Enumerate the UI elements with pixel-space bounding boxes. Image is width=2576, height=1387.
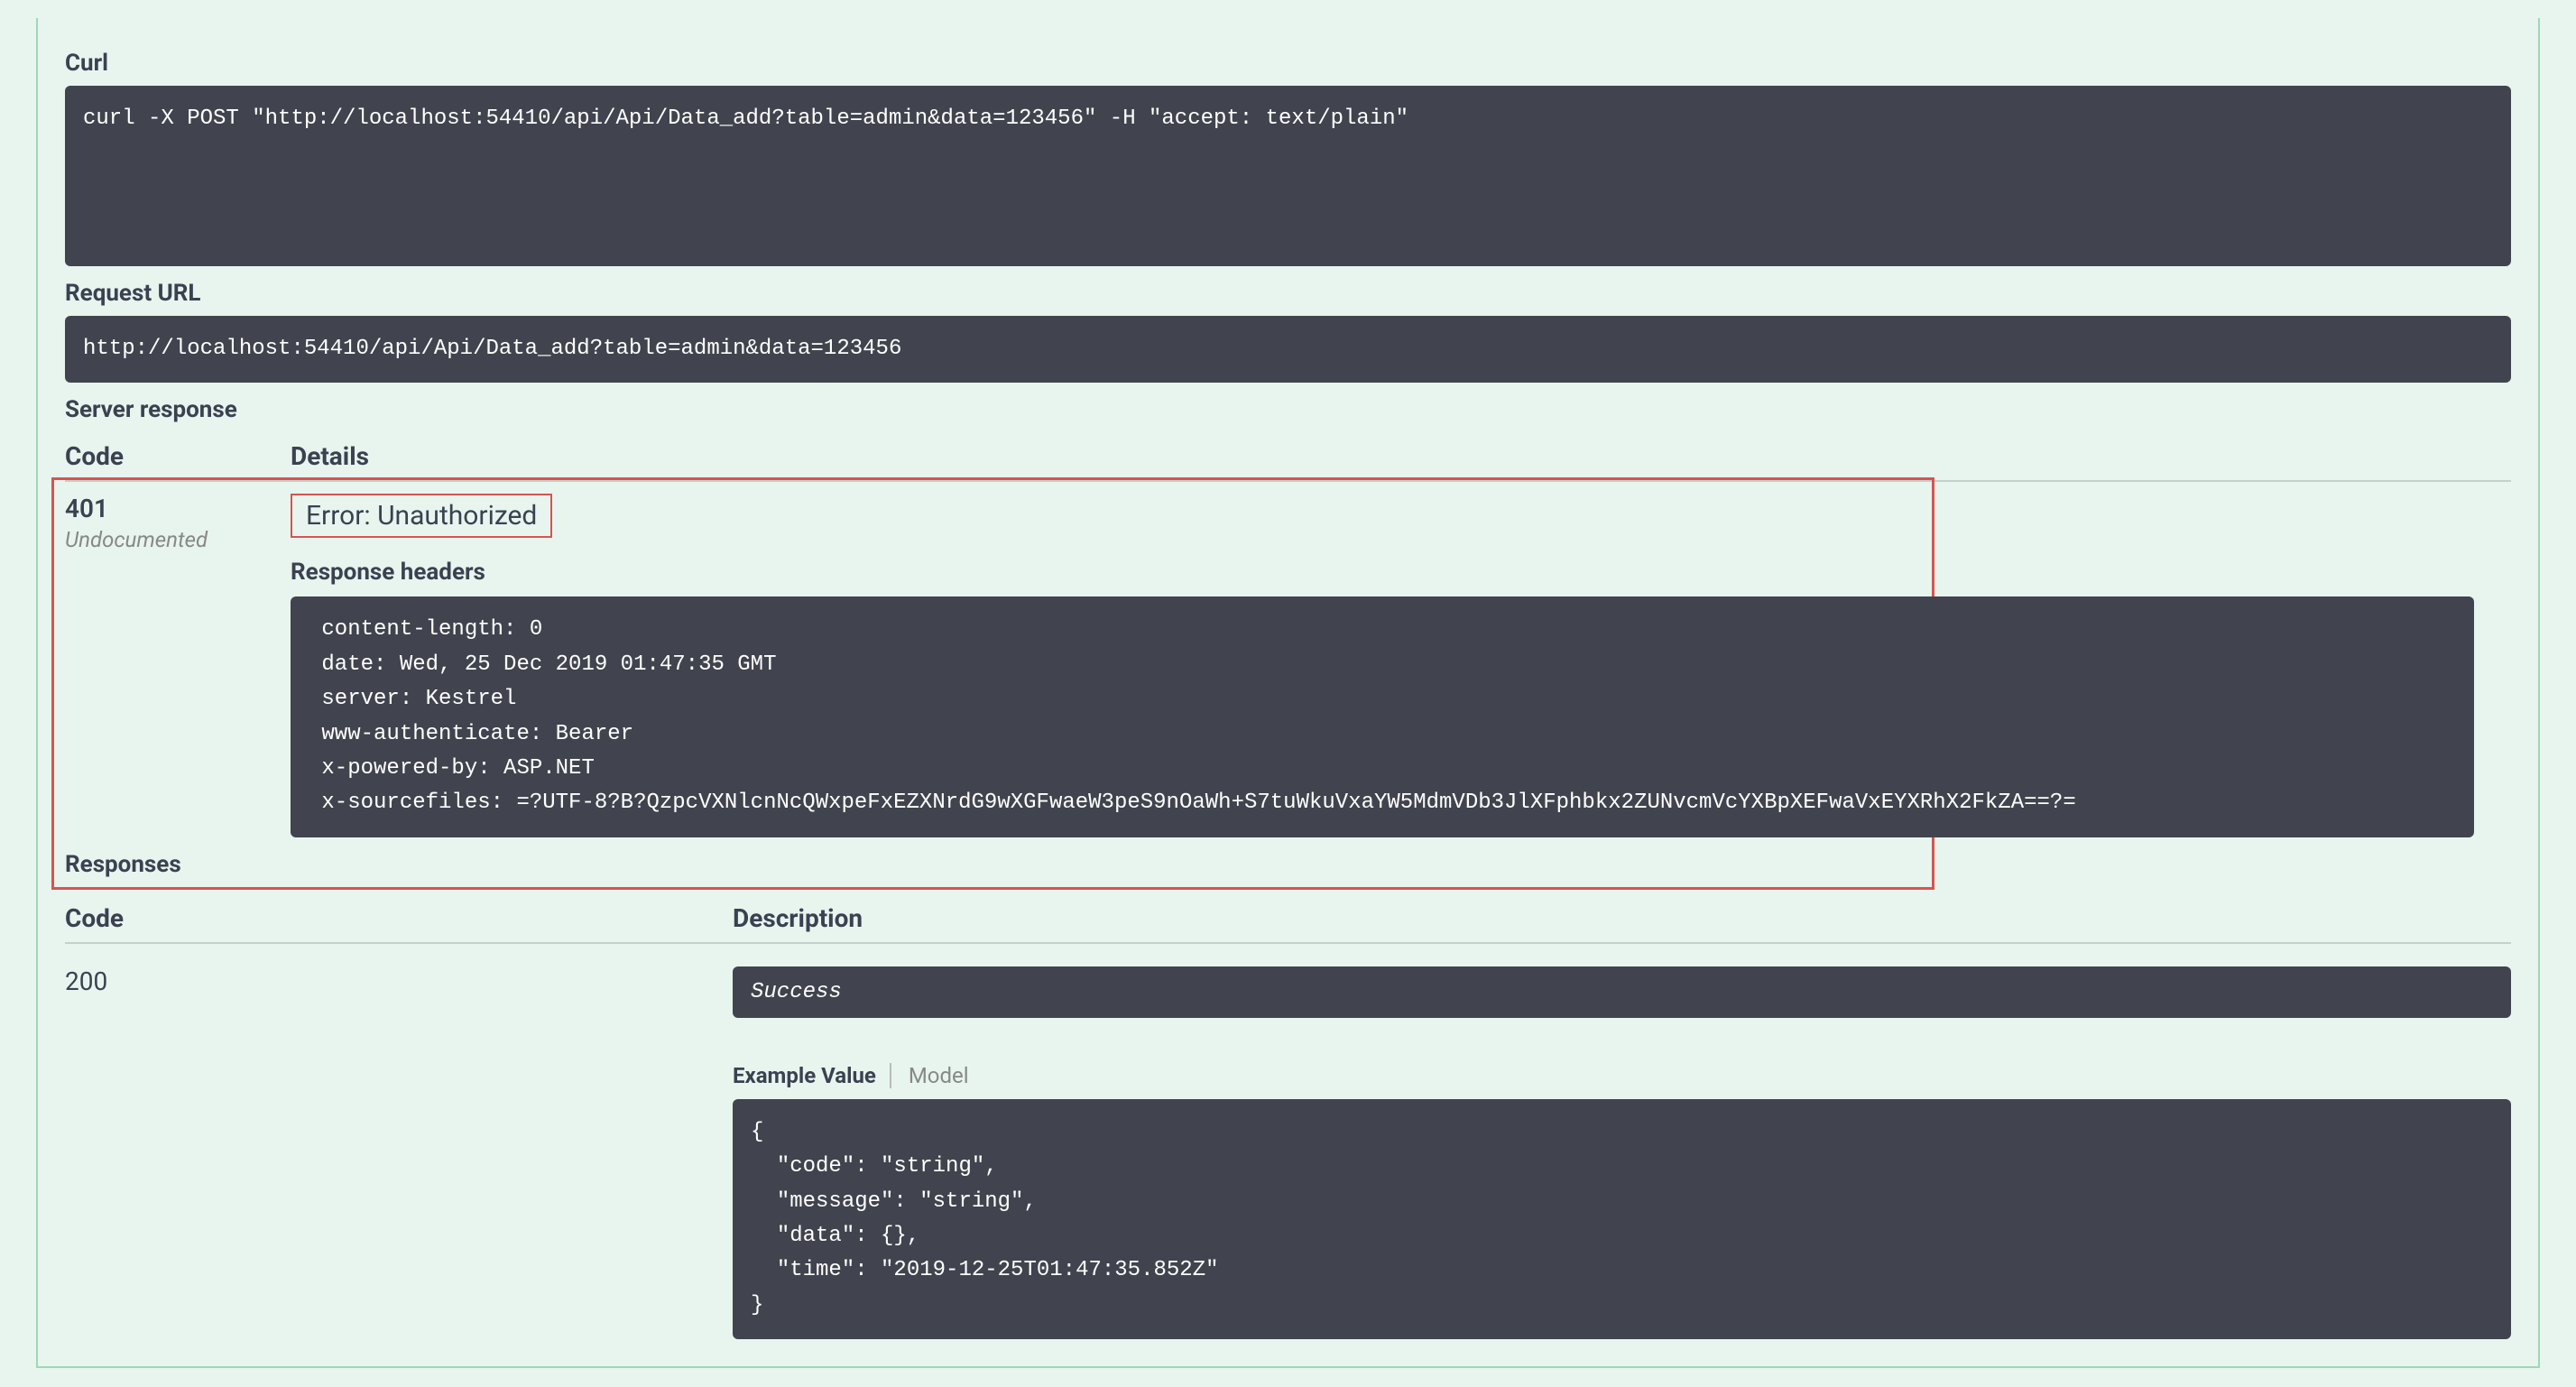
swagger-response-panel: Curl curl -X POST "http://localhost:5441… (36, 18, 2540, 1368)
responses-label: Responses (65, 851, 1932, 878)
responses-table-header: Code Description (65, 903, 2511, 944)
error-unauthorized-box: Error: Unauthorized (291, 494, 552, 538)
response-code-200-cell: 200 (65, 966, 733, 1339)
request-url-label: Request URL (65, 280, 2511, 307)
response-code-200: 200 (65, 966, 733, 996)
tab-model[interactable]: Model (909, 1063, 969, 1088)
header-description: Description (733, 903, 863, 933)
example-model-tabs: Example Value Model (733, 1063, 2511, 1088)
response-200-row: 200 Success Example Value Model { "code"… (65, 966, 2511, 1339)
response-200-description: Success Example Value Model { "code": "s… (733, 966, 2511, 1339)
curl-command-block[interactable]: curl -X POST "http://localhost:54410/api… (65, 86, 2511, 266)
example-value-block[interactable]: { "code": "string", "message": "string",… (733, 1099, 2511, 1339)
header-code: Code (65, 441, 291, 471)
header-code-2: Code (65, 903, 733, 933)
response-details-cell: Error: Unauthorized Response headers con… (291, 494, 1932, 837)
response-headers-block[interactable]: content-length: 0 date: Wed, 25 Dec 2019… (291, 596, 2474, 837)
response-headers-label: Response headers (291, 559, 1932, 586)
response-code-cell: 401 Undocumented (65, 494, 291, 552)
tab-example-value[interactable]: Example Value (733, 1063, 891, 1088)
server-response-table-header: Code Details (65, 441, 2511, 482)
response-code-401: 401 (65, 494, 291, 523)
curl-label: Curl (65, 50, 2511, 77)
success-block: Success (733, 966, 2511, 1018)
server-response-label: Server response (65, 396, 2511, 423)
request-url-block[interactable]: http://localhost:54410/api/Api/Data_add?… (65, 316, 2511, 383)
undocumented-label: Undocumented (65, 527, 291, 552)
error-highlight-annotation: 401 Undocumented Error: Unauthorized Res… (51, 477, 1934, 889)
header-details: Details (291, 441, 369, 471)
